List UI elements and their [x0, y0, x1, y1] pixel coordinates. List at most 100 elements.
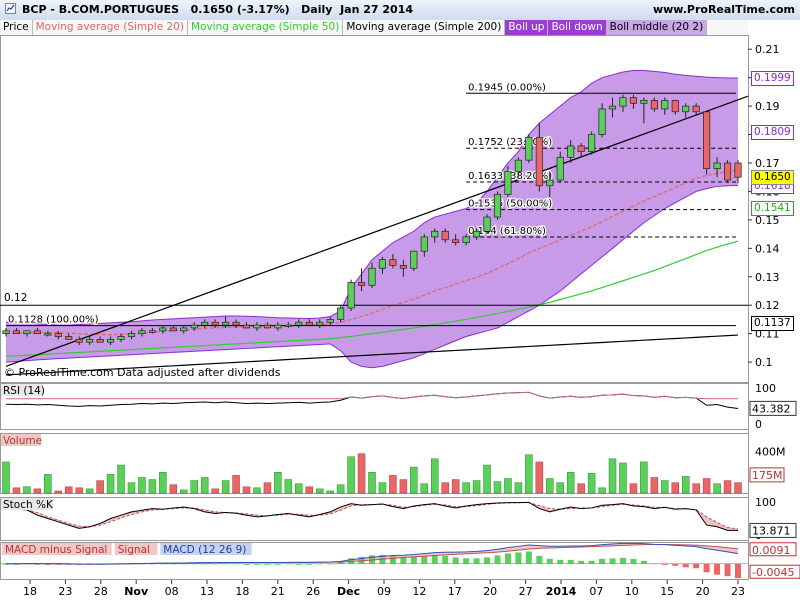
macd-histogram-bar	[724, 563, 731, 577]
macd-histogram-bar	[546, 558, 553, 564]
volume-bar	[399, 479, 408, 494]
price-tick-label: 0.17	[755, 157, 780, 170]
volume-bar	[681, 476, 690, 494]
macd-histogram-bar	[672, 563, 679, 566]
volume-bar	[441, 482, 449, 494]
x-tick-label: 18	[235, 585, 249, 598]
x-tick-label: 20	[483, 585, 497, 598]
candle-body	[608, 105, 617, 110]
macd-histogram-bar	[630, 558, 637, 564]
volume-bar	[640, 461, 648, 494]
volume-bar	[504, 478, 512, 494]
macd-histogram-bar	[410, 556, 417, 564]
candle-body	[514, 159, 522, 172]
x-tick-label: Nov	[124, 585, 149, 598]
candle-body	[253, 324, 261, 329]
macd-histogram-bar	[619, 557, 626, 564]
volume-bar	[357, 453, 366, 494]
candle-body	[33, 330, 41, 334]
rsi-tick-label: 0	[755, 418, 762, 431]
candle-body	[692, 105, 700, 113]
volume-bar	[598, 487, 606, 494]
volume-bar	[211, 488, 219, 494]
candle-body	[274, 324, 282, 329]
volume-bar	[148, 479, 157, 494]
x-tick-label: 2014	[546, 585, 577, 598]
volume-bar	[619, 462, 627, 494]
volume-bar	[692, 483, 700, 494]
macd-histogram-bar	[452, 557, 459, 564]
candle-body	[190, 324, 198, 329]
volume-bar	[661, 480, 669, 494]
volume-bar	[127, 482, 136, 494]
macd-histogram-bar	[484, 557, 491, 564]
macd-histogram-bar	[651, 563, 658, 565]
fib-level-label: 0.1945 (0.00%)	[468, 82, 546, 93]
candle-body	[556, 156, 564, 181]
macd-legend-item: MACD (12 26 9)	[163, 544, 246, 556]
macd-histogram-bar	[661, 563, 668, 565]
volume-bar	[368, 472, 376, 494]
candle-body	[598, 108, 606, 135]
price-label: 0.1137	[751, 316, 794, 332]
macd-histogram-bar	[473, 558, 480, 564]
candle-body	[54, 333, 62, 337]
price-label: 0.1650	[751, 170, 794, 186]
volume-bar	[650, 477, 659, 494]
macd-histogram-bar	[504, 553, 511, 564]
price-label: 0.1999	[751, 70, 794, 86]
last-price: 0.1650 (-3.17%)	[190, 3, 290, 16]
volume-bar	[33, 488, 42, 494]
candle-body	[201, 321, 209, 326]
volume-label: Volume	[3, 435, 42, 447]
volume-bar	[546, 478, 554, 494]
x-tick-label: 28	[94, 585, 108, 598]
macd-histogram-bar	[442, 555, 449, 564]
volume-bar	[336, 484, 345, 494]
macd-histogram-bar	[735, 563, 741, 579]
chart-date: Jan 27 2014	[340, 3, 414, 16]
volume-bar	[23, 486, 31, 494]
candle-body	[347, 282, 355, 309]
macd-tick-label: 0.0091	[752, 544, 791, 557]
candle-body	[431, 230, 439, 238]
candle-body	[180, 327, 188, 332]
candle-body	[504, 171, 512, 195]
stoch-tick-label: 100	[755, 496, 776, 509]
chart-icon[interactable]	[5, 3, 16, 14]
macd-histogram-bar	[536, 555, 543, 564]
volume-bar	[493, 481, 502, 494]
candle-body	[222, 321, 230, 326]
x-tick-label: 27	[519, 585, 533, 598]
volume-bar	[253, 487, 261, 494]
volume-bar	[420, 483, 429, 494]
candle-body	[368, 267, 376, 286]
volume-bar	[535, 461, 544, 494]
volume-bar	[525, 454, 533, 494]
macd-histogram-bar	[212, 563, 219, 565]
volume-bar	[430, 458, 439, 494]
candle-body	[337, 307, 345, 320]
macd-histogram-bar	[243, 563, 250, 565]
candle-body	[96, 338, 104, 343]
macd-histogram-bar	[431, 554, 438, 564]
period: Daily	[301, 3, 333, 16]
macd-histogram-bar	[609, 558, 616, 564]
volume-bar	[462, 482, 470, 494]
candle-body	[211, 321, 219, 326]
price-tick-label: 0.21	[755, 43, 780, 56]
volume-bar	[159, 472, 167, 494]
macd-histogram-bar	[494, 555, 501, 564]
volume-bar	[587, 473, 596, 494]
macd-histogram-bar	[253, 563, 260, 565]
macd-histogram-bar	[588, 560, 595, 564]
candle-body	[44, 333, 52, 336]
volume-bar	[44, 474, 52, 494]
price-label: 0.1809	[751, 124, 794, 140]
site-url[interactable]: www.ProRealTime.com	[653, 3, 795, 16]
volume-bar	[472, 480, 481, 494]
volume-bar	[117, 464, 125, 494]
macd-histogram-bar	[693, 563, 700, 569]
title-bar: BCP - B.COM.PORTUGUES 0.1650 (-3.17%) Da…	[0, 0, 800, 21]
volume-bar	[169, 484, 178, 494]
